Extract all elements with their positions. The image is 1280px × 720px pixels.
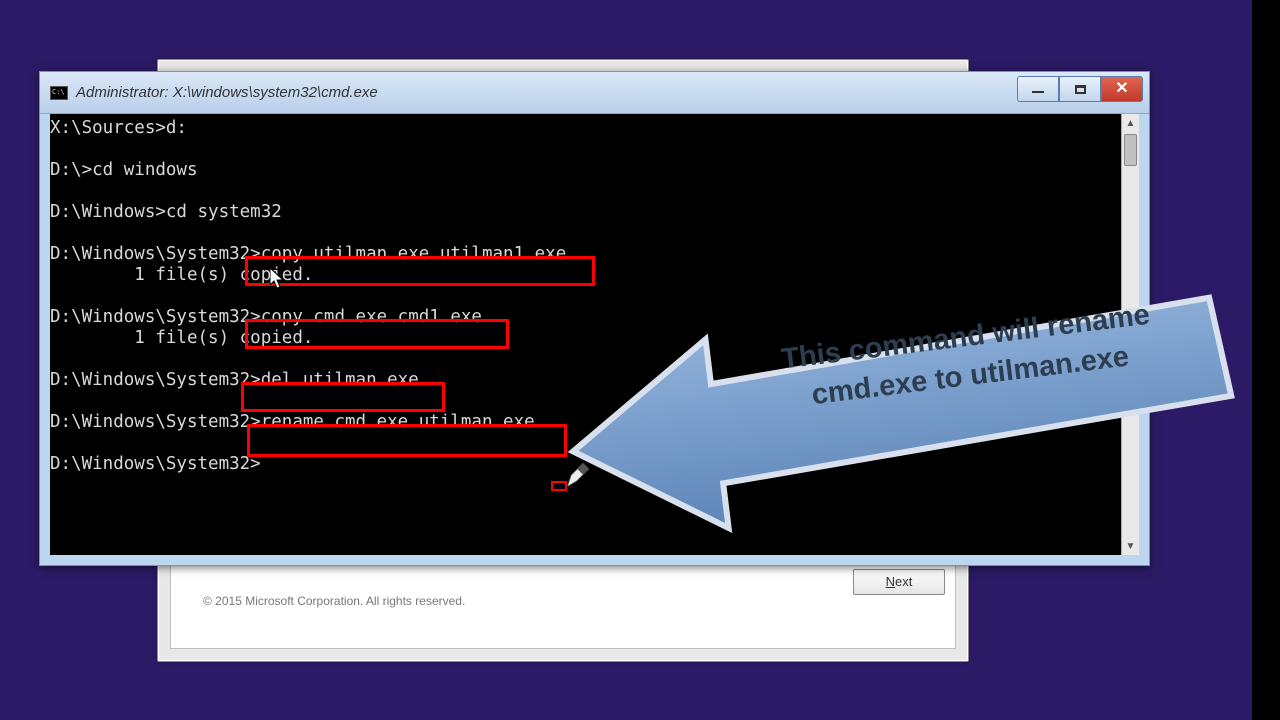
scroll-down-arrow-icon[interactable]: ▼: [1122, 537, 1139, 555]
vertical-scrollbar[interactable]: ▲ ▼: [1121, 114, 1139, 555]
next-label-rest: ext: [895, 574, 912, 589]
annotation-small-box: [551, 481, 567, 491]
cmd-icon: [50, 86, 68, 100]
cmd-output[interactable]: X:\Sources>d: D:\>cd windows D:\Windows>…: [50, 114, 1121, 555]
scroll-up-arrow-icon[interactable]: ▲: [1122, 114, 1139, 132]
command-prompt-window: Administrator: X:\windows\system32\cmd.e…: [39, 71, 1150, 566]
scroll-thumb[interactable]: [1124, 134, 1137, 166]
close-button[interactable]: ✕: [1101, 76, 1143, 102]
window-controls: ✕: [1017, 76, 1143, 102]
next-button[interactable]: Next: [853, 569, 945, 595]
copyright-text: © 2015 Microsoft Corporation. All rights…: [203, 594, 465, 608]
maximize-button[interactable]: [1059, 76, 1101, 102]
cmd-titlebar[interactable]: Administrator: X:\windows\system32\cmd.e…: [40, 72, 1149, 114]
cmd-window-title: Administrator: X:\windows\system32\cmd.e…: [76, 84, 378, 101]
cmd-client-area: X:\Sources>d: D:\>cd windows D:\Windows>…: [50, 114, 1139, 555]
minimize-button[interactable]: [1017, 76, 1059, 102]
